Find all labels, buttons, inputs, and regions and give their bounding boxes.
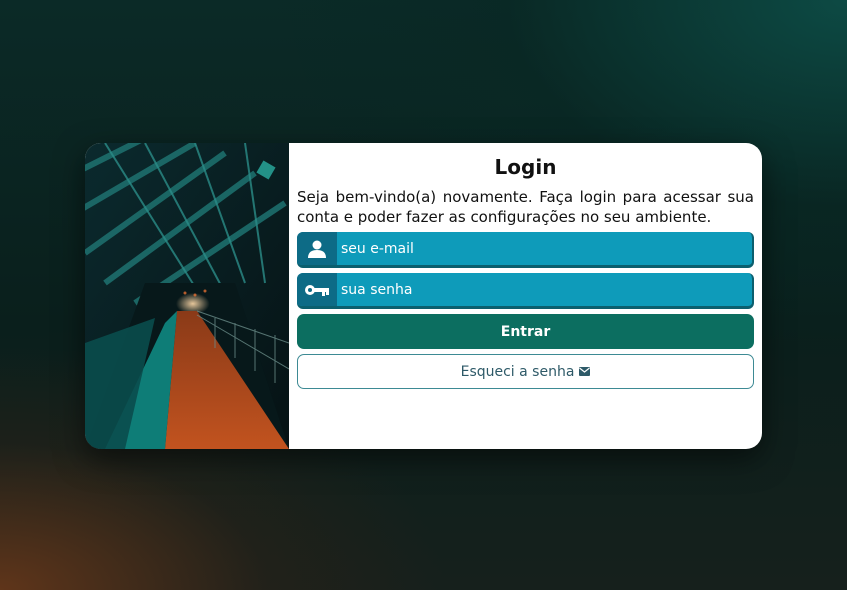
password-input[interactable] <box>337 273 752 306</box>
login-card: Login Seja bem-vindo(a) novamente. Faça … <box>85 143 762 449</box>
email-field[interactable] <box>297 232 754 268</box>
envelope-icon <box>579 367 591 376</box>
email-input[interactable] <box>337 232 752 265</box>
key-icon <box>297 273 337 306</box>
login-title: Login <box>494 155 557 179</box>
user-icon <box>297 232 337 265</box>
bridge-photo <box>85 143 289 449</box>
forgot-password-button[interactable]: Esqueci a senha <box>297 354 754 389</box>
login-form: Login Seja bem-vindo(a) novamente. Faça … <box>289 143 762 449</box>
password-field[interactable] <box>297 273 754 309</box>
login-subtitle: Seja bem-vindo(a) novamente. Faça login … <box>297 188 754 226</box>
forgot-password-label: Esqueci a senha <box>460 363 575 380</box>
login-button[interactable]: Entrar <box>297 314 754 349</box>
